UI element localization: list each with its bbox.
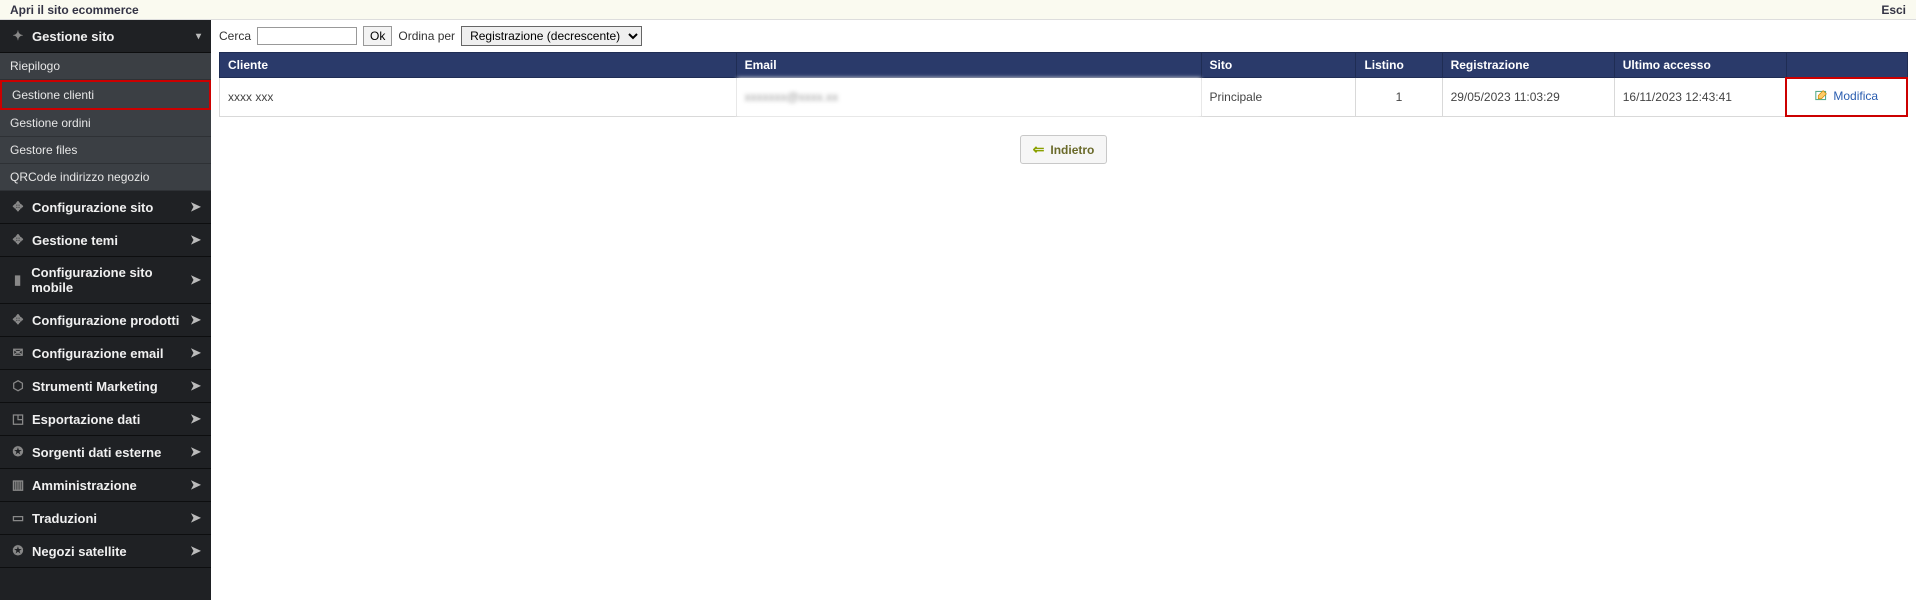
chevron-right-icon: ➤	[190, 543, 201, 559]
modifica-label: Modifica	[1833, 89, 1878, 103]
search-input[interactable]	[257, 27, 357, 45]
th-sito: Sito	[1201, 53, 1356, 78]
menu-label: Configurazione email	[32, 346, 163, 361]
cell-registrazione: 29/05/2023 11:03:29	[1442, 78, 1614, 117]
menu-label: Gestione sito	[32, 29, 114, 44]
th-cliente: Cliente	[220, 53, 737, 78]
menu-label: Traduzioni	[32, 511, 97, 526]
chevron-down-icon: ▾	[196, 31, 201, 42]
cell-listino: 1	[1356, 78, 1442, 117]
chevron-right-icon: ➤	[190, 444, 201, 460]
menu-label: Configurazione prodotti	[32, 313, 179, 328]
indietro-label: Indietro	[1050, 143, 1094, 157]
menu-negozi-satellite[interactable]: ✪ Negozi satellite ➤	[0, 535, 211, 568]
chevron-right-icon: ➤	[190, 510, 201, 526]
menu-label: Esportazione dati	[32, 412, 140, 427]
export-icon: ◳	[10, 411, 26, 427]
search-label: Cerca	[219, 29, 251, 43]
main-content: Cerca Ok Ordina per Registrazione (decre…	[211, 20, 1916, 600]
translate-icon: ▭	[10, 510, 26, 526]
menu-label: Strumenti Marketing	[32, 379, 158, 394]
clients-table: Cliente Email Sito Listino Registrazione…	[219, 52, 1908, 117]
order-by-select[interactable]: Registrazione (decrescente)	[461, 26, 642, 46]
chevron-right-icon: ➤	[190, 345, 201, 361]
cell-cliente: xxxx xxx	[220, 78, 737, 117]
building-icon: ▥	[10, 477, 26, 493]
puzzle-icon: ✥	[10, 312, 26, 328]
menu-traduzioni[interactable]: ▭ Traduzioni ➤	[0, 502, 211, 535]
link-icon: ✪	[10, 444, 26, 460]
menu-label: Negozi satellite	[32, 544, 127, 559]
chevron-right-icon: ➤	[190, 378, 201, 394]
arrow-left-icon: ⇐	[1033, 141, 1045, 158]
cell-email: xxxxxxx@xxxx.xx	[736, 78, 1201, 117]
th-registrazione: Registrazione	[1442, 53, 1614, 78]
th-listino: Listino	[1356, 53, 1442, 78]
menu-sorgenti-esterne[interactable]: ✪ Sorgenti dati esterne ➤	[0, 436, 211, 469]
globe-icon: ✪	[10, 543, 26, 559]
chevron-right-icon: ➤	[190, 312, 201, 328]
search-ok-button[interactable]: Ok	[363, 26, 392, 46]
menu-label: Sorgenti dati esterne	[32, 445, 161, 460]
chevron-right-icon: ➤	[190, 232, 201, 248]
sidebar-item-riepilogo[interactable]: Riepilogo	[0, 53, 211, 80]
modifica-button[interactable]: Modifica	[1815, 89, 1878, 103]
order-by-label: Ordina per	[398, 29, 455, 43]
menu-label: Configurazione sito	[32, 200, 153, 215]
menu-label: Amministrazione	[32, 478, 137, 493]
chevron-right-icon: ➤	[190, 272, 201, 288]
chevron-right-icon: ➤	[190, 477, 201, 493]
logout-link[interactable]: Esci	[1881, 3, 1906, 17]
th-ultimo-accesso: Ultimo accesso	[1614, 53, 1786, 78]
sidebar-item-gestione-clienti[interactable]: Gestione clienti	[0, 80, 211, 110]
cell-sito: Principale	[1201, 78, 1356, 117]
chevron-right-icon: ➤	[190, 199, 201, 215]
menu-config-email[interactable]: ✉ Configurazione email ➤	[0, 337, 211, 370]
menu-config-prodotti[interactable]: ✥ Configurazione prodotti ➤	[0, 304, 211, 337]
chevron-right-icon: ➤	[190, 411, 201, 427]
edit-icon	[1815, 89, 1828, 102]
table-row: xxxx xxx xxxxxxx@xxxx.xx Principale 1 29…	[220, 78, 1908, 117]
mail-icon: ✉	[10, 345, 26, 361]
menu-gestione-temi[interactable]: ✥ Gestione temi ➤	[0, 224, 211, 257]
menu-amministrazione[interactable]: ▥ Amministrazione ➤	[0, 469, 211, 502]
cell-ultimo-accesso: 16/11/2023 12:43:41	[1614, 78, 1786, 117]
sidebar-item-qrcode[interactable]: QRCode indirizzo negozio	[0, 164, 211, 191]
indietro-button[interactable]: ⇐ Indietro	[1020, 135, 1108, 164]
menu-configurazione-sito[interactable]: ✥ Configurazione sito ➤	[0, 191, 211, 224]
menu-label: Gestione temi	[32, 233, 118, 248]
menu-gestione-sito[interactable]: ✦ Gestione sito ▾	[0, 20, 211, 53]
menu-strumenti-marketing[interactable]: ⬡ Strumenti Marketing ➤	[0, 370, 211, 403]
gear-icon: ✦	[10, 28, 26, 44]
puzzle-icon: ✥	[10, 232, 26, 248]
open-site-link[interactable]: Apri il sito ecommerce	[10, 3, 139, 17]
wrench-icon: ✥	[10, 199, 26, 215]
sidebar-item-gestione-ordini[interactable]: Gestione ordini	[0, 110, 211, 137]
magnet-icon: ⬡	[10, 378, 26, 394]
menu-esportazione-dati[interactable]: ◳ Esportazione dati ➤	[0, 403, 211, 436]
menu-label: Configurazione sito mobile	[31, 265, 190, 295]
th-azioni	[1786, 53, 1907, 78]
sidebar: ✦ Gestione sito ▾ Riepilogo Gestione cli…	[0, 20, 211, 600]
sidebar-item-gestore-files[interactable]: Gestore files	[0, 137, 211, 164]
menu-config-mobile[interactable]: ▮ Configurazione sito mobile ➤	[0, 257, 211, 304]
table-header-row: Cliente Email Sito Listino Registrazione…	[220, 53, 1908, 78]
th-email: Email	[736, 53, 1201, 78]
mobile-icon: ▮	[10, 272, 25, 288]
